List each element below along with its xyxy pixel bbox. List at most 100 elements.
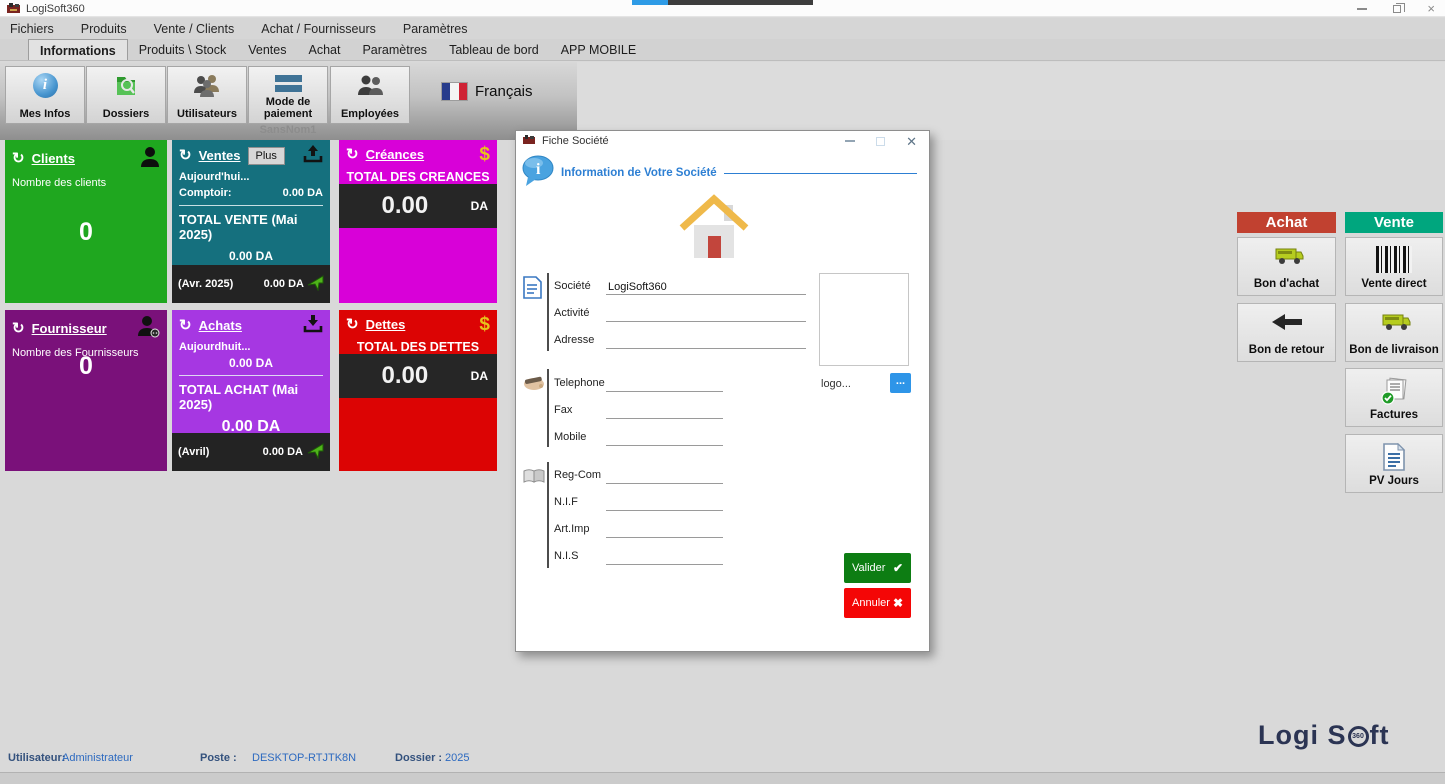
achats-prev-label: (Avril) (178, 446, 209, 458)
arrow-left-icon (1238, 312, 1335, 332)
refresh-icon[interactable]: ↻ (179, 318, 192, 333)
tab-parametres[interactable]: Paramètres (351, 39, 438, 60)
field-label: Fax (554, 404, 572, 416)
cross-icon: ✖ (893, 596, 903, 610)
tile-fournisseur-title[interactable]: Fournisseur (32, 321, 107, 336)
dialog-maximize-button[interactable] (876, 137, 885, 146)
tile-dettes: ↻ Dettes $ TOTAL DES DETTES 0.00 DA (339, 310, 497, 471)
upload-tray-icon (303, 145, 323, 166)
employees-button[interactable]: Employées (330, 66, 410, 124)
logo-label: logo... (821, 378, 851, 390)
close-button[interactable]: × (1427, 2, 1435, 15)
mes-infos-button[interactable]: i Mes Infos (5, 66, 85, 124)
societe-input[interactable]: LogiSoft360 (606, 278, 806, 295)
group-divider (547, 273, 549, 351)
tab-produits-stock[interactable]: Produits \ Stock (128, 39, 238, 60)
creances-amount: 0.00 (339, 192, 471, 220)
achats-today-value: 0.00 DA (172, 356, 330, 370)
ventes-prev-label: (Avr. 2025) (178, 278, 233, 290)
refresh-icon[interactable]: ↻ (179, 148, 192, 163)
menu-achat-fournisseurs[interactable]: Achat / Fournisseurs (261, 22, 376, 36)
refresh-icon[interactable]: ↻ (346, 317, 359, 332)
dossier-label: Dossier : (395, 752, 442, 764)
clients-subtitle: Nombre des clients (5, 174, 167, 192)
poste-value: DESKTOP-RTJTK8N (252, 752, 356, 764)
dialog-close-button[interactable]: ✕ (906, 135, 917, 148)
refresh-icon[interactable]: ↻ (12, 151, 25, 166)
annuler-button[interactable]: Annuler ✖ (844, 588, 911, 618)
bon-livraison-button[interactable]: Bon de livraison (1345, 303, 1443, 362)
refresh-icon[interactable]: ↻ (346, 147, 359, 162)
field-label: Reg-Com (554, 469, 601, 481)
menu-parametres[interactable]: Paramètres (403, 22, 468, 36)
achat-panel-header: Achat (1237, 212, 1336, 233)
menu-produits[interactable]: Produits (81, 22, 127, 36)
valider-button[interactable]: Valider ✔ (844, 553, 911, 583)
section-divider (724, 173, 917, 174)
tab-ventes[interactable]: Ventes (237, 39, 297, 60)
nis-input[interactable] (606, 548, 723, 565)
menu-fichiers[interactable]: Fichiers (10, 22, 54, 36)
tile-fournisseur: ↻ Fournisseur Nombre des Fournisseurs 0 (5, 310, 167, 471)
nif-input[interactable] (606, 494, 723, 511)
ventes-today-label: Aujourd'hui... (172, 168, 330, 184)
group-divider (547, 462, 549, 568)
clients-count: 0 (5, 218, 167, 247)
bon-achat-button[interactable]: Bon d'achat (1237, 237, 1336, 296)
tab-tableau-de-bord[interactable]: Tableau de bord (438, 39, 550, 60)
telephone-input[interactable] (606, 375, 723, 392)
trend-arrow-icon (307, 275, 324, 294)
tile-clients-title[interactable]: Clients (32, 151, 75, 166)
top-progress-strip (632, 0, 813, 5)
field-label: Art.Imp (554, 523, 589, 535)
dialog-minimize-button[interactable] (845, 140, 855, 142)
payment-icon (249, 71, 327, 92)
tile-ventes-title[interactable]: Ventes (199, 148, 241, 163)
field-label: Adresse (554, 334, 594, 346)
logo-browse-button[interactable]: ... (890, 373, 911, 393)
adresse-input[interactable] (606, 332, 806, 349)
mobile-input[interactable] (606, 429, 723, 446)
ventes-plus-button[interactable]: Plus (248, 147, 285, 165)
achats-prev-value: 0.00 DA (263, 446, 303, 458)
menu-vente-clients[interactable]: Vente / Clients (154, 22, 235, 36)
fournisseur-count: 0 (5, 352, 167, 381)
utilisateurs-button[interactable]: Utilisateurs (167, 66, 247, 124)
tab-informations[interactable]: Informations (28, 39, 128, 60)
check-icon: ✔ (893, 561, 903, 575)
reg-com-input[interactable] (606, 467, 723, 484)
activite-input[interactable] (606, 305, 806, 322)
language-label[interactable]: Français (475, 83, 533, 100)
truck-icon (1346, 312, 1442, 333)
france-flag-icon[interactable] (441, 82, 468, 101)
app-icon (7, 3, 20, 17)
minimize-button[interactable] (1357, 8, 1367, 10)
tile-ventes: ↻ Ventes Plus Aujourd'hui... Comptoir: 0… (172, 140, 330, 303)
user-label: Utilisateur: (8, 752, 65, 764)
restore-button[interactable] (1393, 5, 1401, 13)
document-icon (523, 276, 542, 302)
pv-jours-button[interactable]: PV Jours (1345, 434, 1443, 493)
tile-achats-title[interactable]: Achats (199, 318, 242, 333)
group-divider (547, 369, 549, 447)
fax-input[interactable] (606, 402, 723, 419)
tile-dettes-title[interactable]: Dettes (366, 317, 406, 332)
achats-total-label: TOTAL ACHAT (Mai 2025) (172, 378, 330, 412)
top-progress-value (632, 0, 668, 5)
tab-app-mobile[interactable]: APP MOBILE (550, 39, 648, 60)
art-imp-input[interactable] (606, 521, 723, 538)
factures-button[interactable]: Factures (1345, 368, 1443, 427)
window-title: LogiSoft360 (26, 3, 85, 15)
vente-direct-button[interactable]: Vente direct (1345, 237, 1443, 296)
truck-icon (1238, 246, 1335, 267)
poste-label: Poste : (200, 752, 237, 764)
barcode-icon (1346, 246, 1442, 273)
folder-search-icon (87, 73, 165, 99)
bon-retour-button[interactable]: Bon de retour (1237, 303, 1336, 362)
refresh-icon[interactable]: ↻ (12, 321, 25, 336)
dossier-value: 2025 (445, 752, 469, 764)
tab-achat[interactable]: Achat (297, 39, 351, 60)
dossiers-button[interactable]: Dossiers (86, 66, 166, 124)
mode-de-paiement-button[interactable]: Mode de paiement (248, 66, 328, 124)
tile-creances-title[interactable]: Créances (366, 147, 425, 162)
